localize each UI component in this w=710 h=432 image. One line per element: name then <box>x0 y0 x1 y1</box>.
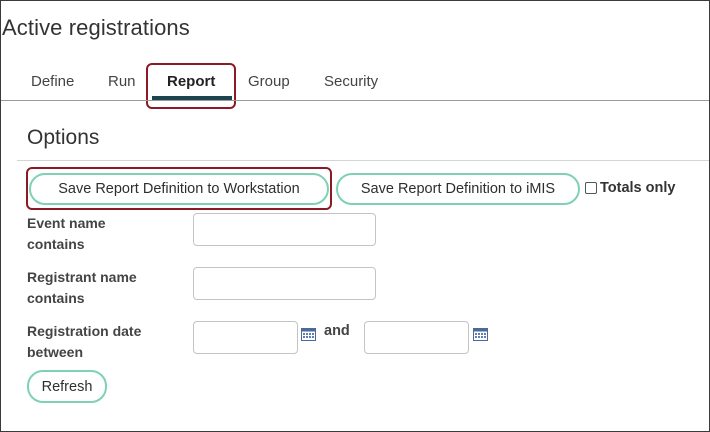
page-title: Active registrations <box>2 15 190 40</box>
event-name-label-line1: Event name <box>27 215 106 231</box>
registration-date-label-line1: Registration date <box>27 323 142 339</box>
tab-run[interactable]: Run <box>108 73 136 90</box>
totals-only-checkbox[interactable] <box>585 182 597 194</box>
report-tab-highlight <box>146 63 236 109</box>
registrant-name-label: Registrant name contains <box>27 267 187 309</box>
options-divider <box>17 160 709 161</box>
registration-date-label-line2: between <box>27 344 84 360</box>
registrant-name-label-line2: contains <box>27 290 85 306</box>
tab-bar: Define Run Report Group Security <box>1 61 709 109</box>
save-to-workstation-button[interactable]: Save Report Definition to Workstation <box>29 173 329 205</box>
save-to-imis-button[interactable]: Save Report Definition to iMIS <box>336 173 580 205</box>
window-frame: Active registrations Define Run Report G… <box>0 0 710 432</box>
tab-security[interactable]: Security <box>324 73 378 90</box>
date-to-input[interactable] <box>364 321 469 354</box>
refresh-button[interactable]: Refresh <box>27 370 107 403</box>
registration-date-label: Registration date between <box>27 321 187 363</box>
tab-define[interactable]: Define <box>31 73 74 90</box>
calendar-icon[interactable] <box>301 328 316 341</box>
totals-only-label: Totals only <box>600 180 676 196</box>
tab-group[interactable]: Group <box>248 73 290 90</box>
event-name-label-line2: contains <box>27 236 85 252</box>
registrant-name-input[interactable] <box>193 267 376 300</box>
and-label: and <box>324 323 350 339</box>
options-title: Options <box>27 126 100 149</box>
tabs-divider <box>1 100 709 101</box>
totals-only-option[interactable]: Totals only <box>585 180 675 196</box>
event-name-label: Event name contains <box>27 213 187 255</box>
event-name-input[interactable] <box>193 213 376 246</box>
calendar-icon[interactable] <box>473 328 488 341</box>
date-from-input[interactable] <box>193 321 298 354</box>
registrant-name-label-line1: Registrant name <box>27 269 137 285</box>
